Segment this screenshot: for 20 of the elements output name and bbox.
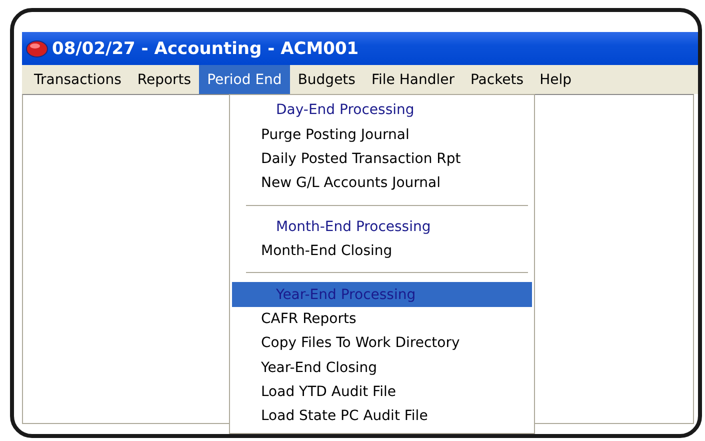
menu-item[interactable]: Daily Posted Transaction Rpt [232,146,532,172]
menu-item[interactable]: Transactions [26,65,130,94]
menu-section-header[interactable]: Day-End Processing [232,98,532,122]
menu-item[interactable]: Load YTD Audit File [232,380,532,404]
menu-item[interactable]: Purge Posting Journal [232,122,532,147]
menu-item[interactable]: Copy Files To Work Directory [232,331,532,356]
menu-item[interactable]: Month-End Closing [232,238,532,264]
menu-item[interactable]: Budgets [290,65,364,94]
menu-item[interactable]: File Handler [363,65,462,94]
menu-item[interactable]: Packets [462,65,532,94]
window-title: 08/02/27 - Accounting - ACM001 [52,38,359,58]
menu-section-header[interactable]: Month-End Processing [232,214,532,239]
menu-item[interactable]: Year-End Closing [232,356,532,380]
menu-item[interactable]: Load State PC Audit File [232,404,532,429]
menu-item[interactable]: Reports [129,65,200,94]
menu-item[interactable]: CAFR Reports [232,306,532,332]
app-logo-icon [26,40,48,58]
menu-item[interactable]: Period End [199,65,290,94]
menu-item[interactable]: Help [532,65,580,94]
menu-item[interactable]: New G/L Accounts Journal [232,171,532,196]
